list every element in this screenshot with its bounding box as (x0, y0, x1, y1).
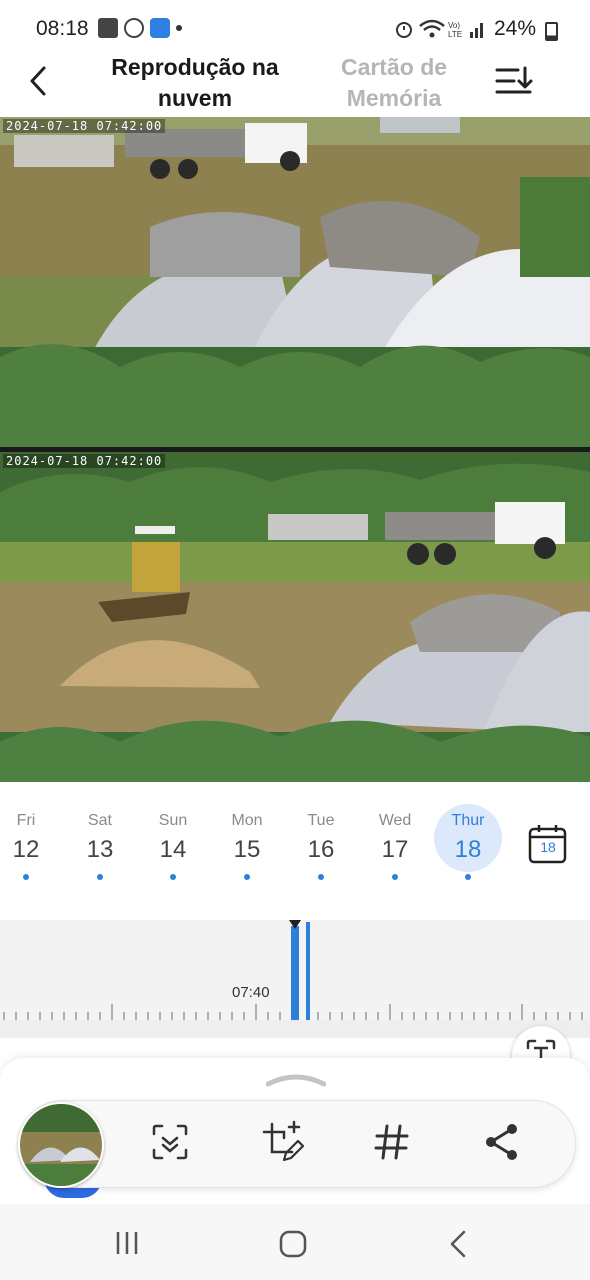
status-bar: 08:18 Vo) LTE 24% (0, 0, 590, 58)
day-name: Tue (307, 812, 335, 829)
recent-apps-icon[interactable] (114, 1230, 142, 1256)
recording-dot (97, 874, 103, 880)
day-name: Fri (16, 812, 36, 829)
camera-feed-2[interactable]: 2024-07-18 07:42:00 (0, 452, 590, 782)
snapshot-thumbnail[interactable] (18, 1102, 104, 1188)
svg-text:Vo): Vo) (448, 21, 460, 30)
battery-percent: 24% (494, 17, 537, 40)
back-button[interactable] (22, 60, 62, 102)
day-number: 16 (307, 836, 335, 863)
recording-marker (306, 922, 310, 1020)
share-icon (486, 1124, 517, 1160)
alarm-icon (396, 22, 412, 38)
crop-edit-icon (262, 1120, 305, 1162)
day-number: 14 (159, 836, 187, 863)
gallery-icon (98, 18, 118, 38)
wifi-icon (419, 19, 445, 38)
recording-dot (244, 874, 250, 880)
feed-1-timestamp: 2024-07-18 07:42:00 (3, 119, 166, 133)
signal-icon (470, 23, 483, 38)
playhead-tip-icon (289, 920, 301, 929)
dot-icon (176, 25, 182, 31)
hashtag-button[interactable] (368, 1118, 416, 1166)
status-system-icons: Vo)LTE (396, 19, 483, 39)
volte-icon: Vo)LTE (448, 21, 462, 39)
camera-feed-1[interactable]: 2024-07-18 07:42:00 (0, 117, 590, 447)
battery-icon (545, 22, 558, 41)
day-name: Wed (378, 812, 412, 829)
svg-text:LTE: LTE (448, 30, 462, 39)
timeline-footer (0, 1020, 590, 1038)
tab-memory-card[interactable]: Cartão de Memória (320, 52, 468, 114)
camera-feed-1-image (0, 117, 590, 447)
day-number: 17 (381, 836, 409, 863)
recording-dot (318, 874, 324, 880)
hashtag-icon (374, 1124, 409, 1160)
camera-feed-2-image (0, 452, 590, 782)
recording-dot (392, 874, 398, 880)
system-back-icon[interactable] (448, 1230, 468, 1258)
date-tue-16[interactable]: Tue 16 (291, 808, 351, 880)
day-name: Sat (87, 812, 112, 829)
day-name: Sun (158, 812, 188, 829)
crop-edit-button[interactable] (258, 1118, 306, 1166)
day-number: 12 (12, 836, 40, 863)
recording-dot (23, 874, 29, 880)
day-number: 15 (233, 836, 261, 863)
date-mon-15[interactable]: Mon 15 (217, 808, 277, 880)
date-wed-17[interactable]: Wed 17 (365, 808, 425, 880)
sheet-handle[interactable] (265, 1068, 327, 1088)
home-icon[interactable] (279, 1230, 307, 1258)
whatsapp-icon (124, 18, 144, 38)
playhead[interactable] (291, 926, 299, 1020)
date-sat-13[interactable]: Sat 13 (70, 808, 130, 880)
date-fri-12[interactable]: Fri 12 (0, 808, 56, 880)
system-navigation-bar (0, 1204, 590, 1280)
share-button[interactable] (478, 1118, 526, 1166)
scan-icon (152, 1124, 188, 1160)
date-thur-18-selected[interactable]: Thur 18 (434, 804, 502, 880)
tab-cloud-playback[interactable]: Reprodução na nuvem (100, 52, 290, 114)
chevron-up-icon (265, 1074, 327, 1087)
recording-dot (465, 874, 471, 880)
status-time: 08:18 (36, 17, 89, 40)
day-number: 13 (86, 836, 114, 863)
recording-dot (170, 874, 176, 880)
scan-button[interactable] (146, 1118, 194, 1166)
feed-2-timestamp: 2024-07-18 07:42:00 (3, 454, 166, 468)
back-arrow-icon (30, 66, 46, 96)
calendar-button[interactable]: 18 (528, 824, 568, 864)
sort-download-button[interactable] (494, 64, 534, 100)
timeline-time-label: 07:40 (232, 984, 270, 1001)
day-name: Mon (231, 812, 263, 829)
app-notification-icon (150, 18, 170, 38)
day-name: Thur (451, 812, 485, 829)
status-notification-icons (98, 18, 182, 38)
date-sun-14[interactable]: Sun 14 (143, 808, 203, 880)
thumbnail-image (20, 1104, 102, 1186)
sort-download-icon (495, 66, 533, 94)
day-number: 18 (454, 836, 482, 863)
calendar-day: 18 (540, 839, 556, 855)
